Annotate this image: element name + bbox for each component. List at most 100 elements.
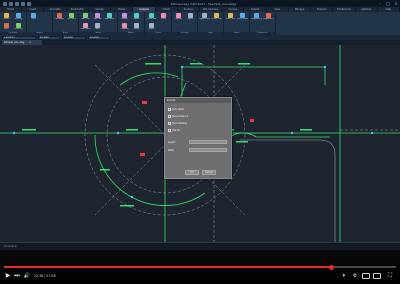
ribbon-button-label: Table <box>95 28 100 30</box>
construction-lines <box>84 45 400 250</box>
highlight-marker <box>142 101 147 104</box>
annotation-text <box>100 169 110 171</box>
table-button[interactable]: Table <box>92 23 103 32</box>
autoplay-icon[interactable]: ⏵ <box>340 272 348 280</box>
ribbon-button-label: Report <box>148 28 155 30</box>
fullscreen-icon[interactable]: ⛶ <box>385 272 395 280</box>
highlight-marker <box>140 153 145 156</box>
dialog-field-label-length: Length <box>168 140 176 144</box>
checkbox[interactable] <box>168 107 171 111</box>
verify-button[interactable]: Verify <box>158 13 169 22</box>
rounded-lot-corner <box>240 139 336 250</box>
undo-icon[interactable] <box>21 1 25 6</box>
quick-access-toolbar[interactable] <box>0 1 31 6</box>
checkbox[interactable] <box>168 128 171 132</box>
ribbon-group-legal: Legal DescriptionCreate LotsLegal <box>198 12 224 35</box>
compass-button[interactable]: Compass <box>119 23 130 32</box>
open-icon[interactable] <box>9 1 13 6</box>
calc-angle-button[interactable]: Calc Angle <box>54 13 65 22</box>
settings-icon[interactable]: ⚙ <box>351 272 359 280</box>
ribbon-button-label: Legal Description <box>199 18 210 20</box>
point-node <box>116 131 120 135</box>
dialog-option-show-bearing[interactable]: Show Bearing <box>168 121 187 125</box>
bearing-button[interactable]: Bearing <box>13 13 24 22</box>
perimeter-button[interactable]: Perimeter <box>13 23 24 32</box>
lot-top-line <box>182 66 326 85</box>
minimize-button[interactable]: – <box>376 0 384 7</box>
legal-description-button[interactable]: Legal Description <box>199 13 210 22</box>
layer-dropdown[interactable]: 0 BYLAYER <box>2 35 36 40</box>
lot-boundary <box>240 139 336 250</box>
label-arc-button[interactable]: Label Arc <box>92 13 103 22</box>
lineweight-dropdown[interactable]: BYLAYER <box>88 35 110 40</box>
label-area-button[interactable]: Label Area <box>104 13 115 22</box>
checkbox[interactable] <box>168 114 171 118</box>
save-icon[interactable] <box>15 1 19 6</box>
checkbox[interactable] <box>168 121 171 125</box>
file-tab-close-icon[interactable]: × <box>29 41 31 44</box>
ok-button[interactable]: OK <box>185 170 199 175</box>
inverse-button[interactable]: Inverse <box>1 13 12 22</box>
diagnostic-report-button[interactable]: Diagnostic Report <box>251 13 262 22</box>
annotation-text <box>120 205 134 207</box>
point-node <box>12 131 16 135</box>
create-lots-button[interactable]: Create Lots <box>211 13 222 22</box>
ribbon-button-label: Find <box>31 18 36 20</box>
ribbon-group-check: Check Plot Verify Report Check <box>145 12 172 35</box>
ribbon-group-labels: Label Line Label Arc Label Area Label Point… <box>79 12 118 35</box>
dialog-title: Inverse <box>165 98 231 103</box>
arc-upper <box>119 72 179 86</box>
length-input[interactable] <box>189 140 227 144</box>
sun-shot-button[interactable]: Sun Shot <box>66 13 77 22</box>
miniplayer-icon[interactable] <box>362 273 370 279</box>
dialog-option-use-arc[interactable]: Use Arc <box>168 128 180 132</box>
volume-icon[interactable]: 🔊 <box>23 272 31 280</box>
delta-input[interactable] <box>189 148 227 152</box>
cancel-button[interactable]: Cancel <box>202 170 216 175</box>
traverse-button[interactable]: Traverse <box>119 13 130 22</box>
label-line-button[interactable]: Label Line <box>80 13 91 22</box>
label-point-button[interactable]: Label Point <box>80 23 91 32</box>
ribbon-button-label: Closure <box>133 18 140 20</box>
annotation-text <box>126 129 138 131</box>
time-display: 22:38 / 27:08 <box>34 274 56 278</box>
command-line[interactable]: Command: <box>0 242 400 250</box>
ribbon-button-label: Diagnostic Window <box>263 18 274 20</box>
find-button[interactable]: Find <box>28 13 39 22</box>
ribbon-button-label: Compass <box>120 28 129 30</box>
dialog-option-auto-label[interactable]: Auto Label <box>168 107 184 111</box>
check-plot-button[interactable]: Check Plot <box>146 13 157 22</box>
options-button[interactable]: Options <box>173 13 184 22</box>
window-title: Microsurvey CAD 2017 - [Sample_Ans.dwg] <box>171 1 236 6</box>
ribbon-panel: Inverse Bearing Area Perimeter Calculate Find… <box>0 12 400 35</box>
ribbon-button-label: Transit <box>133 28 140 30</box>
dialog-option-show-distance[interactable]: Show Distance <box>168 114 188 118</box>
play-icon[interactable]: ▶ <box>4 272 12 280</box>
closure-button[interactable]: Closure <box>131 13 142 22</box>
report-button[interactable]: Report <box>146 23 157 32</box>
maximize-button[interactable]: □ <box>384 0 392 7</box>
next-icon[interactable]: ⏭ <box>13 272 21 280</box>
ribbon-group-parcel: Parcel Tool Parcel Report Parcel <box>224 12 250 35</box>
color-dropdown[interactable]: BYLAYER <box>38 35 60 40</box>
inverse-dialog: Inverse Auto Label Show Distance Show Be… <box>164 97 232 179</box>
theater-mode-icon[interactable] <box>373 273 381 279</box>
parcel-report-button[interactable]: Parcel Report <box>237 13 248 22</box>
ribbon-button-label: Bearing <box>15 18 22 20</box>
linetype-dropdown[interactable]: BYLAYER <box>62 35 86 40</box>
dialog-field-label-delta: Delta <box>168 148 174 152</box>
ribbon-button-label: Label Line <box>80 18 91 20</box>
new-icon[interactable] <box>3 1 7 6</box>
parcel-tool-button[interactable]: Parcel Tool <box>225 13 236 22</box>
diagnostic-window-button[interactable]: Diagnostic Window <box>263 13 274 22</box>
annotation-text <box>300 129 312 131</box>
area-button[interactable]: Area <box>1 23 12 32</box>
layers-button[interactable]: Layers <box>185 13 196 22</box>
ribbon-button-label: Label Point <box>80 28 91 30</box>
transit-button[interactable]: Transit <box>131 23 142 32</box>
progress-knob[interactable] <box>328 264 334 270</box>
file-tab-label: Sample_Ans.dwg <box>4 41 25 44</box>
close-button[interactable]: × <box>392 0 400 7</box>
ribbon-group-import: Find Import <box>27 12 53 35</box>
ribbon-group-settings: Options Layers Settings <box>172 12 198 35</box>
